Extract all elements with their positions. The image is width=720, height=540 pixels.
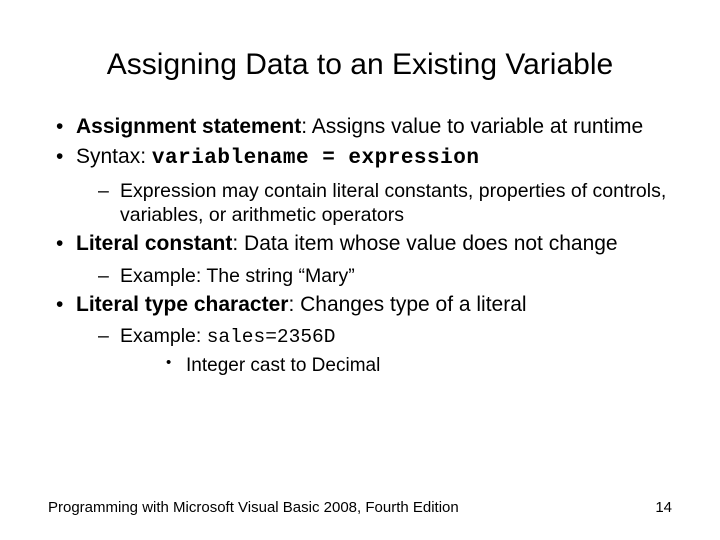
term-desc: : Assigns value to variable at runtime [301,115,643,138]
bullet-syntax: Syntax: variablename = expression Expres… [48,144,672,227]
sub-literal-example: Example: The string “Mary” [76,264,672,288]
footer-book: Programming with Microsoft Visual Basic … [48,499,459,516]
footer-page-number: 14 [655,499,672,516]
term: Literal type character [76,293,288,316]
bullet-literal-type-char: Literal type character: Changes type of … [48,292,672,377]
syntax-code: variablename = expression [152,147,480,170]
sub-type-char-example: Example: sales=2356D Integer cast to Dec… [76,324,672,377]
bullet-assignment-statement: Assignment statement: Assigns value to v… [48,114,672,140]
example-code: sales=2356D [207,326,336,348]
sub-integer-cast: Integer cast to Decimal [120,354,672,378]
sub-expression-note: Expression may contain literal constants… [76,179,672,228]
footer: Programming with Microsoft Visual Basic … [48,499,672,516]
term: Literal constant [76,232,232,255]
example-prefix: Example: [120,325,207,347]
syntax-prefix: Syntax: [76,145,152,168]
bullet-literal-constant: Literal constant: Data item whose value … [48,231,672,288]
bullet-list: Assignment statement: Assigns value to v… [48,114,672,377]
term-desc: : Changes type of a literal [288,293,526,316]
term-desc: : Data item whose value does not change [232,232,617,255]
slide-title: Assigning Data to an Existing Variable [48,48,672,82]
term: Assignment statement [76,115,301,138]
